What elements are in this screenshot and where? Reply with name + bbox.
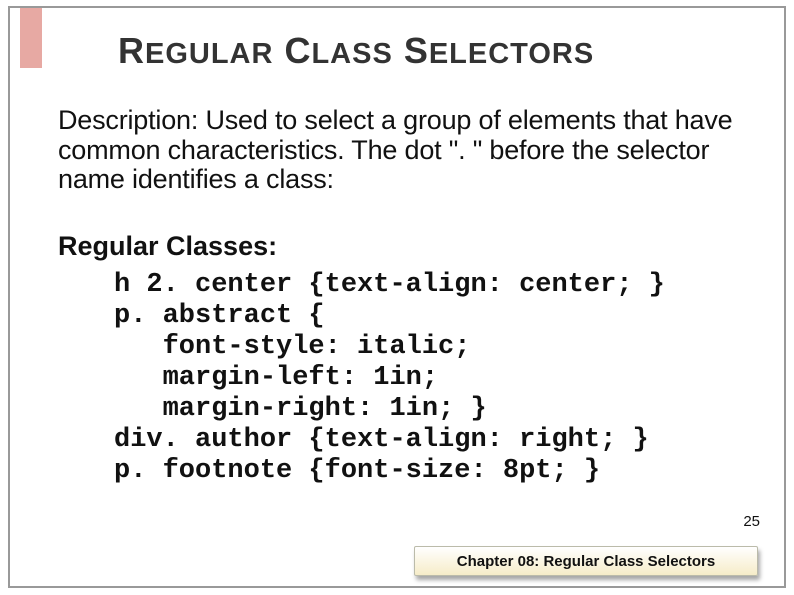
title-word1-cap: R — [118, 30, 145, 71]
title-word3-cap: S — [404, 30, 429, 71]
subheading-text: Regular Classes: — [58, 231, 736, 262]
title-word2-cap: C — [284, 30, 311, 71]
code-example: h 2. center {text-align: center; } p. ab… — [114, 270, 736, 487]
page-number: 25 — [743, 513, 760, 530]
footer-chapter-label: Chapter 08: Regular Class Selectors — [457, 553, 715, 570]
title-word2-rest: LASS — [311, 38, 392, 70]
description-text: Description: Used to select a group of e… — [58, 106, 736, 195]
title-word1-rest: EGULAR — [145, 38, 273, 70]
slide-frame: REGULAR CLASS SELECTORS Description: Use… — [8, 6, 786, 588]
footer-chapter-box: Chapter 08: Regular Class Selectors — [414, 546, 758, 576]
slide-content: REGULAR CLASS SELECTORS Description: Use… — [10, 8, 784, 487]
slide-title: REGULAR CLASS SELECTORS — [118, 30, 736, 72]
title-word3-rest: ELECTORS — [429, 38, 594, 70]
